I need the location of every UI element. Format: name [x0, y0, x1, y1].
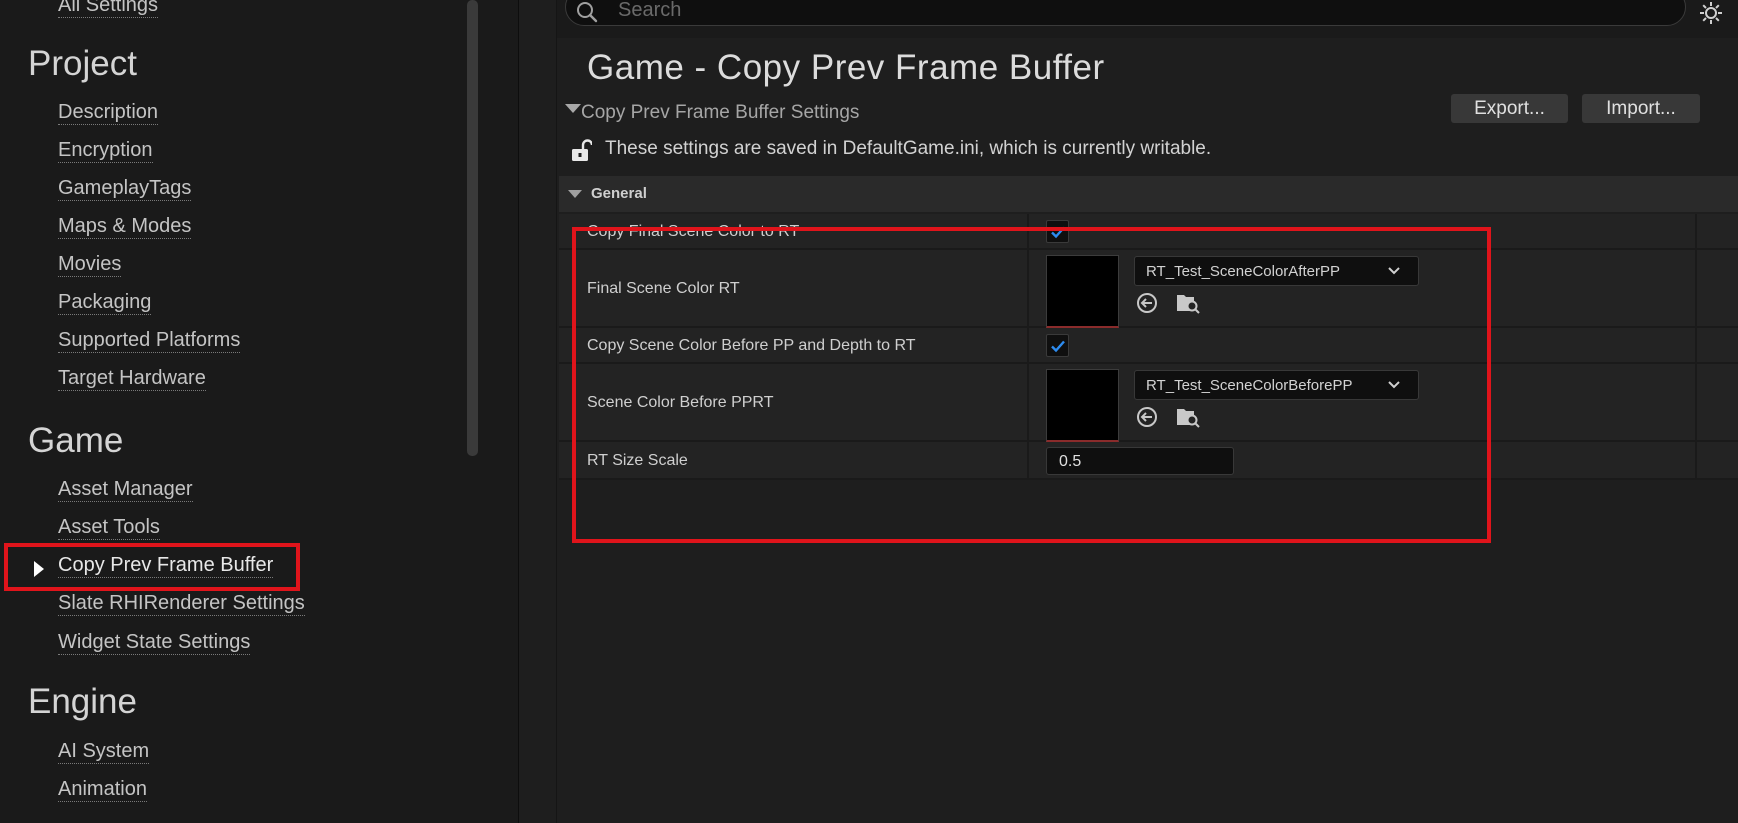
sidebar-item-gameplaytags[interactable]: GameplayTags [58, 177, 192, 201]
sidebar-item-asset-tools[interactable]: Asset Tools [58, 516, 160, 540]
sidebar-item-slate-rhirenderer-settings[interactable]: Slate RHIRenderer Settings [58, 592, 305, 616]
settings-sidebar: All Settings Project Description Encrypt… [0, 0, 518, 823]
category-general[interactable]: General [559, 176, 1738, 212]
sidebar-item-movies[interactable]: Movies [58, 253, 122, 277]
section-collapse-icon[interactable] [565, 104, 581, 113]
category-collapse-icon[interactable] [568, 190, 582, 198]
sidebar-item-packaging[interactable]: Packaging [58, 291, 152, 315]
unlock-icon [572, 139, 592, 161]
highlight-box-sidebar [4, 543, 300, 591]
settings-note: These settings are saved in DefaultGame.… [605, 138, 1212, 159]
page-title: Game - Copy Prev Frame Buffer [587, 48, 1105, 87]
sidebar-item-widget-state-settings[interactable]: Widget State Settings [58, 631, 251, 655]
sidebar-item-animation[interactable]: Animation [58, 778, 147, 802]
category-label: General [591, 185, 647, 202]
splitter[interactable] [518, 0, 556, 823]
sidebar-item-supported-platforms[interactable]: Supported Platforms [58, 329, 241, 353]
export-button[interactable]: Export... [1451, 94, 1568, 123]
section-engine-title: Engine [28, 682, 137, 721]
search-input[interactable]: Search [565, 0, 1686, 26]
sidebar-scrollbar[interactable] [467, 0, 478, 456]
sidebar-item-description[interactable]: Description [58, 101, 159, 125]
search-placeholder: Search [618, 0, 682, 21]
sidebar-item-maps-modes[interactable]: Maps & Modes [58, 215, 192, 239]
gear-icon[interactable] [1698, 0, 1724, 26]
sidebar-item-target-hardware[interactable]: Target Hardware [58, 367, 206, 391]
sidebar-item-encryption[interactable]: Encryption [58, 139, 153, 163]
sidebar-item-asset-manager[interactable]: Asset Manager [58, 478, 193, 502]
sidebar-item-all-settings[interactable]: All Settings [58, 0, 159, 18]
section-game-title: Game [28, 421, 124, 460]
sidebar-item-ai-system[interactable]: AI System [58, 740, 150, 764]
search-icon [577, 2, 598, 23]
section-project-title: Project [28, 44, 137, 83]
import-button[interactable]: Import... [1582, 94, 1700, 123]
highlight-box-properties [572, 227, 1491, 543]
page-subtitle: Copy Prev Frame Buffer Settings [581, 102, 860, 123]
